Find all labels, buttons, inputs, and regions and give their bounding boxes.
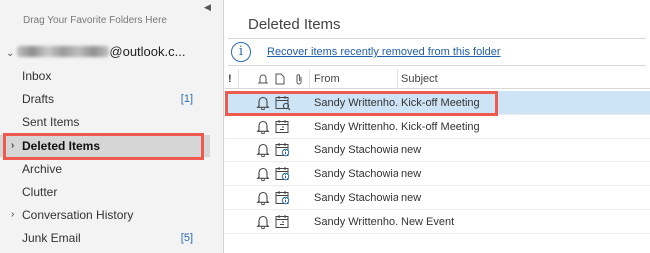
folder-drafts[interactable]: Drafts [1] — [0, 88, 210, 110]
folder-label: Archive — [22, 162, 63, 176]
folder-label: Sent Items — [22, 115, 80, 129]
calendar-info-icon — [275, 166, 291, 185]
reminder-bell-icon[interactable] — [256, 166, 270, 184]
favorites-hint: Drag Your Favorite Folders Here — [23, 15, 167, 26]
calendar-info-icon — [275, 142, 291, 161]
collapse-pane-icon[interactable]: ◀ — [204, 2, 211, 13]
folder-label: Junk Email — [22, 231, 81, 245]
message-subject: new — [401, 144, 422, 157]
message-row[interactable]: Sandy Writtenho... Kick-off Meeting — [225, 115, 650, 139]
column-header: ! From Subject — [225, 69, 650, 89]
from-column-header[interactable]: From — [314, 73, 340, 85]
blurred-account-name — [17, 46, 110, 57]
message-row[interactable]: Sandy Writtenho... New Event — [225, 210, 650, 234]
message-subject: new — [401, 168, 422, 181]
recover-info-bar: i Recover items recently removed from th… — [228, 38, 646, 66]
calendar-info-icon — [275, 190, 291, 209]
message-from: Sandy Writtenho... — [314, 215, 398, 228]
importance-column[interactable]: ! — [228, 73, 232, 85]
message-subject: Kick-off Meeting — [401, 120, 480, 133]
pane-title: Deleted Items — [248, 16, 341, 33]
item-type-column-icon[interactable] — [275, 73, 285, 88]
folder-pane: ◀ Drag Your Favorite Folders Here ⌄ @outl… — [0, 0, 224, 253]
recover-items-link[interactable]: Recover items recently removed from this… — [267, 46, 501, 58]
message-from: Sandy Stachowiak — [314, 168, 398, 181]
folder-label: Conversation History — [22, 208, 134, 222]
message-from: Sandy Stachowiak — [314, 144, 398, 157]
message-row[interactable]: Sandy Stachowiak new — [225, 138, 650, 163]
folder-archive[interactable]: Archive — [0, 158, 210, 180]
unread-count: [5] — [180, 232, 193, 244]
folder-inbox[interactable]: Inbox — [0, 65, 210, 87]
reminder-bell-icon[interactable] — [256, 190, 270, 208]
chevron-right-icon[interactable]: › — [11, 204, 14, 226]
account-suffix: @outlook.c... — [109, 44, 186, 59]
unread-count: [1] — [180, 93, 193, 105]
folder-label: Drafts — [22, 92, 55, 106]
message-from: Sandy Writtenho... — [314, 120, 398, 133]
message-pane: Deleted Items i Recover items recently r… — [225, 0, 650, 253]
info-icon: i — [231, 42, 251, 62]
message-row[interactable]: Sandy Stachowiak new — [225, 162, 650, 187]
message-subject: new — [401, 191, 422, 204]
folder-label: Clutter — [22, 185, 58, 199]
message-row[interactable]: Sandy Stachowiak new — [225, 186, 650, 210]
chevron-down-icon[interactable]: ⌄ — [6, 48, 14, 59]
reminder-column-icon[interactable] — [257, 73, 269, 88]
highlight-box-deleted-items — [3, 133, 204, 160]
folder-junk-email[interactable]: Junk Email [5] — [0, 227, 210, 249]
folder-conversation-history[interactable]: › Conversation History — [0, 204, 210, 226]
calendar-icon — [275, 119, 291, 138]
calendar-icon — [275, 214, 291, 233]
account-header[interactable]: ⌄ @outlook.c... — [6, 44, 185, 59]
reminder-bell-icon[interactable] — [256, 214, 270, 232]
subject-column-header[interactable]: Subject — [401, 73, 438, 85]
folder-label: Inbox — [22, 69, 52, 83]
folder-sent-items[interactable]: Sent Items — [0, 111, 210, 133]
reminder-bell-icon[interactable] — [256, 142, 270, 160]
attachment-column-icon[interactable] — [295, 73, 303, 88]
highlight-box-message — [225, 91, 498, 116]
reminder-bell-icon[interactable] — [256, 119, 270, 137]
folder-clutter[interactable]: Clutter — [0, 181, 210, 203]
message-subject: New Event — [401, 215, 455, 228]
message-from: Sandy Stachowiak — [314, 191, 398, 204]
